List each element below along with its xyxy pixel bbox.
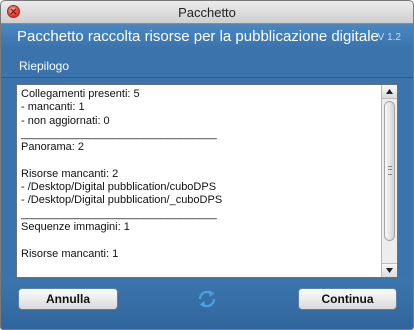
summary-textarea[interactable]: Collegamenti presenti: 5 - mancanti: 1 -…	[16, 84, 398, 278]
cancel-button[interactable]: Annulla	[18, 288, 118, 310]
header-title: Pacchetto raccolta risorse per la pubbli…	[17, 28, 379, 45]
grip-icon	[388, 166, 392, 175]
window-title: Pacchetto	[178, 5, 236, 20]
summary-text: Collegamenti presenti: 5 - mancanti: 1 -…	[21, 88, 223, 260]
vertical-scrollbar[interactable]	[381, 85, 397, 277]
divider	[1, 77, 413, 78]
version-label: V 1.2	[377, 32, 401, 43]
chevron-down-icon	[386, 268, 393, 273]
scroll-down-button[interactable]	[382, 263, 397, 277]
button-bar: Annulla Continua	[1, 279, 413, 329]
title-bar[interactable]: Pacchetto	[1, 1, 413, 24]
scroll-thumb[interactable]	[384, 101, 395, 241]
continue-button[interactable]: Continua	[298, 288, 397, 310]
scroll-up-button[interactable]	[382, 85, 397, 99]
chevron-up-icon	[386, 89, 393, 94]
header-banner: Pacchetto raccolta risorse per la pubbli…	[1, 24, 413, 49]
section-label: Riepilogo	[19, 59, 70, 73]
refresh-icon[interactable]	[196, 288, 218, 310]
dialog-window: Pacchetto Pacchetto raccolta risorse per…	[0, 0, 414, 330]
